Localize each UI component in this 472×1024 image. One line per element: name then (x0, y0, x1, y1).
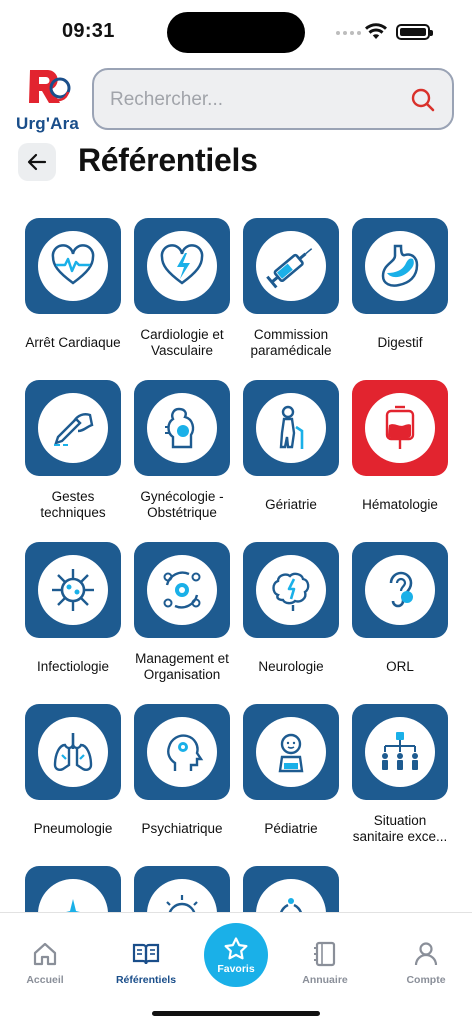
sun-icon (166, 895, 198, 912)
tile-neurologie[interactable]: Neurologie (242, 542, 340, 684)
cellular-signal-icon (336, 31, 361, 35)
tile-situation-sanitaire[interactable]: Situation sanitaire exce... (351, 704, 449, 846)
star-icon (224, 936, 248, 959)
gear-cycle-icon (163, 571, 201, 609)
tile-psychiatrique[interactable]: Psychiatrique (133, 704, 231, 846)
address-book-icon (314, 941, 336, 967)
tab-accueil[interactable]: Accueil (0, 941, 90, 986)
tab-referentiels[interactable]: Référentiels (101, 941, 191, 986)
lungs-icon (53, 733, 93, 771)
user-icon (414, 942, 438, 966)
tile-label: Gériatrie (265, 497, 317, 512)
tile-label: Cardiologie et Vasculaire (140, 327, 224, 358)
home-icon (33, 942, 57, 966)
heart-pulse-icon (51, 244, 95, 285)
tile-label: Pneumologie (33, 821, 113, 836)
tile-gestes-techniques[interactable]: Gestes techniques (24, 380, 122, 522)
tab-label: Référentiels (115, 974, 177, 986)
wifi-icon (365, 23, 387, 39)
tile-hematologie[interactable]: Hématologie (351, 380, 449, 522)
hierarchy-icon (382, 732, 418, 770)
tile-label: Commission paramédicale (250, 327, 332, 358)
tile-row5-3[interactable] (242, 866, 340, 912)
star-burst-icon (66, 899, 80, 912)
tile-pneumologie[interactable]: Pneumologie (24, 704, 122, 846)
tab-annuaire[interactable]: Annuaire (280, 941, 370, 986)
tab-label: Accueil (26, 974, 64, 986)
tile-label: Digestif (377, 335, 423, 350)
tile-gynecologie[interactable]: Gynécologie - Obstétrique (133, 380, 231, 522)
tab-label: Annuaire (302, 974, 348, 986)
syringe-icon (266, 248, 313, 289)
referentiels-grid: Arrêt Cardiaque Cardiologie et Vasculair… (0, 210, 472, 912)
logo-text: Urg'Ara (16, 114, 80, 133)
tile-label: Gynécologie - Obstétrique (140, 489, 224, 520)
tab-label: Compte (406, 974, 446, 986)
tile-infectiologie[interactable]: Infectiologie (24, 542, 122, 684)
elderly-icon (279, 405, 304, 449)
back-button[interactable] (18, 143, 56, 181)
tile-geriatrie[interactable]: Gériatrie (242, 380, 340, 522)
heart-bolt-icon (160, 244, 204, 285)
head-gear-icon (167, 734, 204, 771)
bottom-tab-bar: Accueil Référentiels Favoris Annuaire Co… (0, 912, 472, 1024)
book-icon (132, 943, 160, 965)
battery-icon (396, 24, 433, 40)
home-indicator (152, 1011, 320, 1016)
search-icon[interactable] (410, 87, 436, 113)
page-title: Référentiels (78, 142, 258, 178)
dynamic-island (167, 12, 305, 53)
tab-label: Favoris (217, 962, 255, 975)
virus-icon (52, 569, 94, 611)
status-bar: 09:31 (0, 0, 472, 56)
status-time: 09:31 (62, 20, 115, 42)
stomach-icon (381, 244, 419, 287)
tile-cardiologie[interactable]: Cardiologie et Vasculaire (133, 218, 231, 360)
tile-label: Infectiologie (36, 659, 110, 674)
tile-label: Neurologie (258, 659, 324, 674)
tile-label: Management et Organisation (135, 651, 229, 682)
tile-orl[interactable]: ORL (351, 542, 449, 684)
tile-row5-1[interactable] (24, 866, 122, 912)
tile-label: Hématologie (362, 497, 438, 512)
tile-label: Situation sanitaire exce... (352, 813, 448, 844)
tab-compte[interactable]: Compte (381, 941, 471, 986)
tile-management[interactable]: Management et Organisation (133, 542, 231, 684)
search-placeholder: Rechercher... (110, 89, 223, 110)
tile-arret-cardiaque[interactable]: Arrêt Cardiaque (24, 218, 122, 360)
brain-icon (272, 572, 310, 611)
blood-bag-icon (385, 405, 415, 449)
search-input[interactable]: Rechercher... (92, 68, 454, 130)
hands-icon (280, 898, 302, 912)
ear-icon (389, 571, 413, 608)
tile-digestif[interactable]: Digestif (351, 218, 449, 360)
tile-commission-paramedicale[interactable]: Commission paramédicale (242, 218, 340, 360)
tile-pediatrie[interactable]: Pédiatrie (242, 704, 340, 846)
tile-label: Psychiatrique (141, 821, 223, 836)
tile-label: Gestes techniques (40, 489, 106, 520)
hand-pen-icon (54, 413, 94, 446)
tab-favoris-button[interactable]: Favoris (204, 923, 268, 987)
arrow-left-icon (27, 153, 47, 171)
tile-row5-2[interactable] (133, 866, 231, 912)
baby-icon (278, 733, 304, 773)
pregnancy-icon (165, 407, 195, 449)
tile-label: Arrêt Cardiaque (25, 335, 121, 350)
tile-label: ORL (386, 659, 414, 674)
tile-label: Pédiatrie (264, 821, 318, 836)
